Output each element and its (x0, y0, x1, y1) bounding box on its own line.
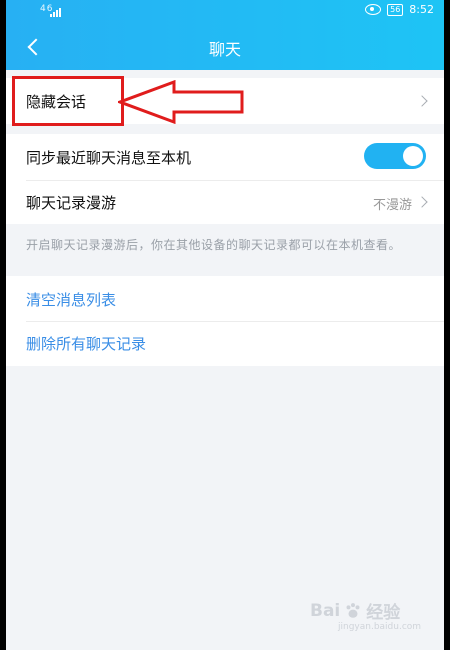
watermark-brand-2: 经验 (366, 603, 401, 623)
chevron-right-icon (416, 95, 428, 107)
roaming-description: 开启聊天记录漫游后，你在其他设备的聊天记录都可以在本机查看。 (26, 238, 402, 252)
app-frame: 46 56 8:52 聊天 隐藏会话 同步最近聊天消息至本机 聊天记录漫游 不漫… (6, 0, 444, 650)
clear-list-button[interactable]: 清空消息列表 (6, 276, 444, 321)
roaming-row[interactable]: 聊天记录漫游 不漫游 (6, 180, 444, 224)
paw-icon (346, 602, 360, 618)
nav-bar: 聊天 (6, 28, 444, 68)
signal-icon (50, 8, 61, 17)
status-time: 8:52 (409, 3, 434, 16)
clear-list-label: 清空消息列表 (26, 291, 117, 309)
actions-group: 清空消息列表 删除所有聊天记录 (6, 276, 444, 366)
status-bar: 46 56 8:52 (6, 0, 444, 22)
status-right: 56 8:52 (365, 3, 434, 16)
sync-group: 同步最近聊天消息至本机 聊天记录漫游 不漫游 (6, 134, 444, 224)
annotation-arrow-icon (118, 80, 244, 124)
eye-icon (365, 4, 382, 15)
page-title: 聊天 (208, 40, 241, 59)
delete-all-button[interactable]: 删除所有聊天记录 (6, 321, 444, 366)
watermark-brand: Bai (310, 600, 341, 621)
roaming-value: 不漫游 (372, 198, 412, 213)
delete-all-label: 删除所有聊天记录 (26, 335, 147, 353)
roaming-label: 聊天记录漫游 (26, 194, 117, 212)
sync-toggle[interactable] (364, 143, 426, 169)
chevron-right-icon (416, 196, 428, 208)
sync-label: 同步最近聊天消息至本机 (26, 149, 192, 167)
watermark: Bai 经验 (310, 598, 401, 624)
header-bar: 46 56 8:52 聊天 (6, 0, 444, 70)
toggle-knob (403, 146, 423, 166)
sync-row: 同步最近聊天消息至本机 (6, 134, 444, 180)
battery-icon: 56 (387, 3, 404, 16)
watermark-url: jingyan.baidu.com (338, 622, 422, 632)
annotation-box (12, 76, 124, 126)
